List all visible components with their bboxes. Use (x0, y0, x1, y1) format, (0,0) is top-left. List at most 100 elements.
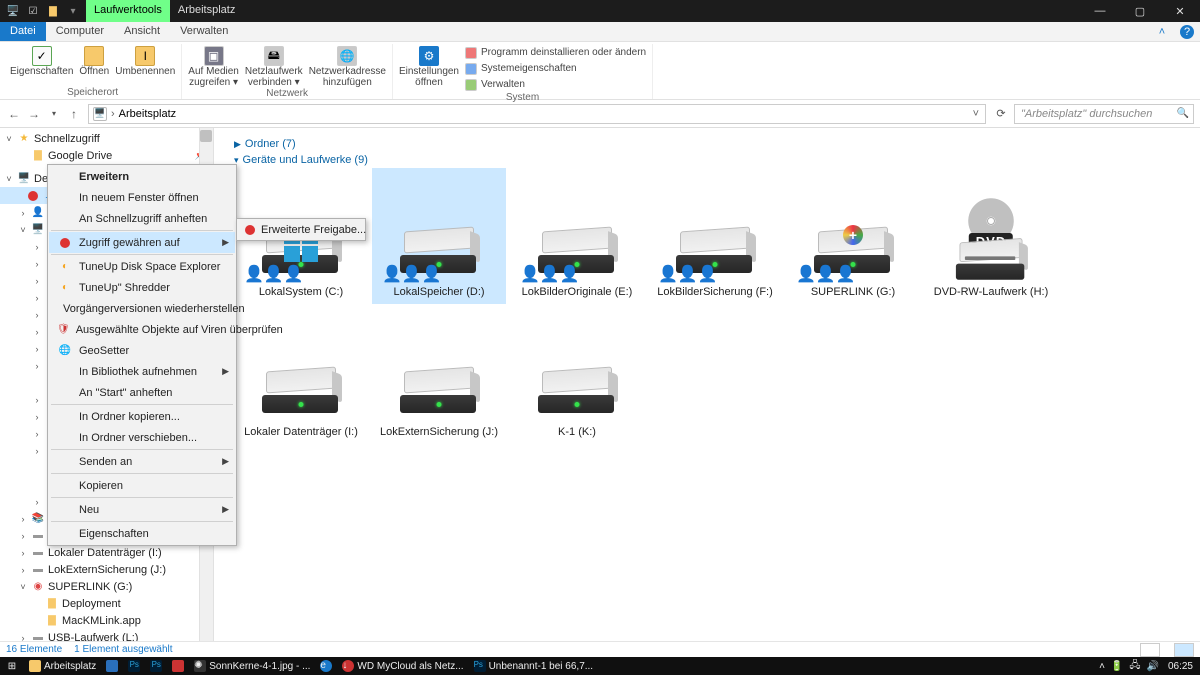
recent-button[interactable]: ▾ (46, 106, 62, 122)
context-menu-item[interactable]: Vorgängerversionen wiederherstellen (49, 298, 235, 319)
task-ps1[interactable]: Ps (123, 657, 145, 675)
tree-twisty[interactable]: › (32, 446, 42, 456)
close-button[interactable]: ✕ (1160, 0, 1200, 22)
tree-twisty[interactable]: › (18, 565, 28, 575)
tree-twisty[interactable]: › (32, 242, 42, 252)
tree-twisty[interactable]: ˅ (4, 174, 14, 184)
tree-twisty[interactable]: › (32, 310, 42, 320)
ribbon-manage-button[interactable]: Verwalten (465, 77, 646, 92)
tree-item[interactable]: ›▬LokExternSicherung (J:) (0, 561, 213, 578)
up-button[interactable]: ↑ (66, 106, 82, 122)
context-menu-item[interactable]: Eigenschaften (49, 523, 235, 544)
tab-drive-tools[interactable]: Laufwerktools (86, 0, 170, 22)
back-button[interactable]: ← (6, 106, 22, 122)
context-menu-item[interactable]: ◐TuneUp" Shredder (49, 277, 235, 298)
tree-twisty[interactable]: › (32, 327, 42, 337)
context-menu-item[interactable]: ◐TuneUp Disk Space Explorer (49, 256, 235, 277)
tree-twisty[interactable]: › (32, 276, 42, 286)
task-pdf[interactable] (167, 657, 189, 675)
tree-twisty[interactable]: › (32, 344, 42, 354)
qat-dropdown-icon[interactable]: ▾ (66, 4, 80, 18)
group-drives[interactable]: ▾ Geräte und Laufwerke (9) (234, 154, 1190, 166)
tab-file[interactable]: Datei (0, 22, 46, 41)
tree-twisty[interactable]: ˅ (18, 582, 28, 592)
context-menu-item[interactable]: Senden an▶ (49, 451, 235, 472)
context-menu-item[interactable]: 🌐GeoSetter (49, 340, 235, 361)
ribbon-properties-button[interactable]: ✓Eigenschaften (10, 44, 73, 78)
tree-twisty[interactable]: › (32, 361, 42, 371)
task-explorer[interactable]: Arbeitsplatz (24, 657, 101, 675)
tree-item[interactable]: ˅◉SUPERLINK (G:) (0, 578, 213, 595)
tree-twisty[interactable]: › (18, 514, 28, 524)
ribbon-collapse-button[interactable]: ˄ (1150, 22, 1174, 41)
minimize-button[interactable]: — (1080, 0, 1120, 22)
context-menu-item[interactable]: An "Start" anheften (49, 382, 235, 403)
qat-folder-icon[interactable]: ▇ (46, 4, 60, 18)
tray-network-icon[interactable]: 🖧 (1129, 658, 1140, 675)
maximize-button[interactable]: ▢ (1120, 0, 1160, 22)
tree-item[interactable]: ▇Deployment (0, 595, 213, 612)
ribbon-uninstall-button[interactable]: Programm deinstallieren oder ändern (465, 45, 646, 60)
tree-twisty[interactable]: › (18, 548, 28, 558)
address-crumb[interactable]: Arbeitsplatz (119, 108, 176, 120)
group-folders[interactable]: ▶ Ordner (7) (234, 138, 1190, 150)
tree-twisty[interactable]: › (32, 412, 42, 422)
ribbon-rename-button[interactable]: IUmbenennen (115, 44, 175, 78)
tree-item[interactable]: ›▬Lokaler Datenträger (I:) (0, 544, 213, 561)
drive-item[interactable]: LokExternSicherung (J:) (372, 308, 506, 444)
task-edge[interactable]: e (315, 657, 337, 675)
tree-twisty[interactable]: › (32, 293, 42, 303)
drive-item[interactable]: 👤👤👤LokalSpeicher (D:) (372, 168, 506, 304)
tab-manage[interactable]: Verwalten (170, 22, 238, 41)
task-ps2[interactable]: Ps (145, 657, 167, 675)
forward-button[interactable]: → (26, 106, 42, 122)
context-menu-item[interactable]: Erweitern (49, 166, 235, 187)
context-menu-item[interactable]: In Bibliothek aufnehmen▶ (49, 361, 235, 382)
search-box[interactable]: "Arbeitsplatz" durchsuchen 🔍 (1014, 104, 1194, 124)
task-gridicon-1[interactable] (101, 657, 123, 675)
task-image[interactable]: ✺SonnKerne-4-1.jpg - ... (189, 657, 315, 675)
context-menu-item[interactable]: Kopieren (49, 475, 235, 496)
tree-twisty[interactable]: ˅ (18, 225, 28, 235)
tree-item[interactable]: ▇Google Drive📌 (0, 147, 213, 164)
tray-battery-icon[interactable]: 🔋 (1111, 661, 1123, 672)
ribbon-settings-button[interactable]: ⚙Einstellungen öffnen (399, 44, 459, 92)
ribbon-media-button[interactable]: ▣Auf Medien zugreifen ▾ (188, 44, 239, 88)
view-details-button[interactable] (1140, 643, 1160, 657)
tree-twisty[interactable]: › (32, 497, 42, 507)
context-menu-item[interactable]: In Ordner verschieben... (49, 427, 235, 448)
start-button[interactable]: ⊞ (0, 657, 24, 675)
tree-twisty[interactable]: › (32, 429, 42, 439)
help-button[interactable]: ? (1180, 25, 1194, 39)
context-menu-item[interactable]: 🛡Ausgewählte Objekte auf Viren überprüfe… (49, 319, 235, 340)
context-menu-item[interactable]: In Ordner kopieren... (49, 406, 235, 427)
drive-item[interactable]: K-1 (K:) (510, 308, 644, 444)
tab-view[interactable]: Ansicht (114, 22, 170, 41)
ribbon-netaddress-button[interactable]: 🌐Netzwerkadresse hinzufügen (309, 44, 386, 88)
context-menu-item[interactable]: An Schnellzugriff anheften (49, 208, 235, 229)
tree-twisty[interactable]: › (32, 259, 42, 269)
drive-item[interactable]: +👤👤👤SUPERLINK (G:) (786, 168, 920, 304)
ribbon-open-button[interactable]: Öffnen (79, 44, 109, 78)
ribbon-netdrive-button[interactable]: 🖴Netzlaufwerk verbinden ▾ (245, 44, 303, 88)
task-photoshop[interactable]: PsUnbenannt-1 bei 66,7... (469, 657, 599, 675)
context-menu-item[interactable]: Zugriff gewähren auf▶ (49, 232, 235, 253)
tab-computer[interactable]: Computer (46, 22, 114, 41)
tree-item[interactable]: ›▬USB-Laufwerk (L:) (0, 629, 213, 641)
address-bar[interactable]: 🖥️ › Arbeitsplatz ˅ (88, 104, 986, 124)
tree-item[interactable]: ▇MacKMLink.app (0, 612, 213, 629)
tree-item[interactable]: ˅★Schnellzugriff (0, 130, 213, 147)
tree-twisty[interactable]: ˅ (4, 134, 14, 144)
tree-twisty[interactable]: › (18, 633, 28, 642)
tree-twisty[interactable]: › (18, 531, 28, 541)
tree-twisty[interactable]: › (18, 208, 28, 218)
qat-checkbox-icon[interactable]: ☑ (26, 4, 40, 18)
ribbon-sysprop-button[interactable]: Systemeigenschaften (465, 61, 646, 76)
tray-volume-icon[interactable]: 🔊 (1147, 661, 1159, 672)
task-wdmycloud[interactable]: ↓WD MyCloud als Netz... (337, 657, 468, 675)
drive-item[interactable]: 👤👤👤LokBilderSicherung (F:) (648, 168, 782, 304)
context-menu-item[interactable]: In neuem Fenster öffnen (49, 187, 235, 208)
context-menu-item[interactable]: Neu▶ (49, 499, 235, 520)
system-tray[interactable]: ˄ 🔋 🖧 🔊 06:25 (1099, 658, 1200, 675)
refresh-button[interactable]: ⟳ (992, 105, 1010, 123)
